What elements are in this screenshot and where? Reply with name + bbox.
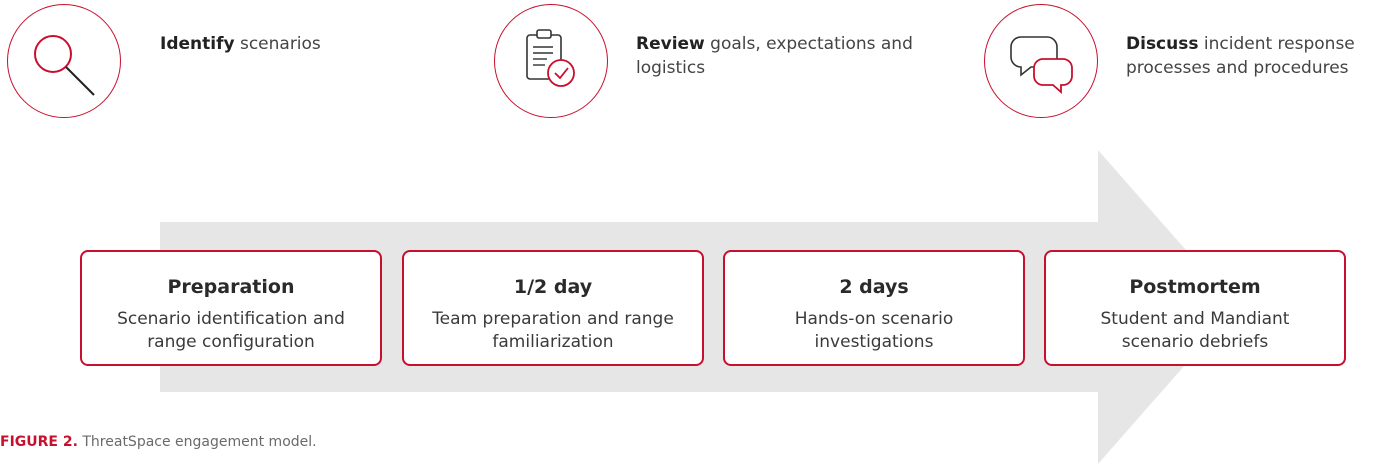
phase-description: Scenario identification and range config… [117, 309, 345, 352]
identify-icon-circle [7, 4, 121, 118]
step-review-text: Review goals, expectations and logistics [636, 34, 913, 78]
phase-two-days: 2 days Hands-on scenario investigations [723, 250, 1025, 366]
phase-half-day: 1/2 day Team preparation and range famil… [402, 250, 704, 366]
phase-preparation: Preparation Scenario identification and … [80, 250, 382, 366]
step-identify-text: Identify scenarios [160, 34, 321, 54]
phase-title: Postmortem [1129, 276, 1261, 298]
phase-description: Student and Mandiant scenario debriefs [1100, 309, 1290, 352]
phase-title: 2 days [839, 276, 909, 298]
review-icon-circle [494, 4, 608, 118]
magnifier-icon [34, 35, 95, 96]
step-discuss-text: Discuss incident response processes and … [1126, 34, 1355, 78]
phase-postmortem: Postmortem Student and Mandiant scenario… [1044, 250, 1346, 366]
phase-title: 1/2 day [513, 276, 593, 298]
phase-description: Hands-on scenario investigations [794, 309, 954, 352]
phase-description: Team preparation and range familiarizati… [432, 309, 674, 352]
figure-label: FIGURE 2. [0, 434, 78, 450]
clipboard-check-icon [526, 29, 575, 87]
phase-title: Preparation [167, 276, 295, 298]
figure-caption: FIGURE 2. ThreatSpace engagement model. [0, 434, 317, 450]
discuss-icon-circle [984, 4, 1098, 118]
figure-caption-text: ThreatSpace engagement model. [77, 434, 317, 450]
chat-bubbles-icon [1010, 36, 1073, 94]
